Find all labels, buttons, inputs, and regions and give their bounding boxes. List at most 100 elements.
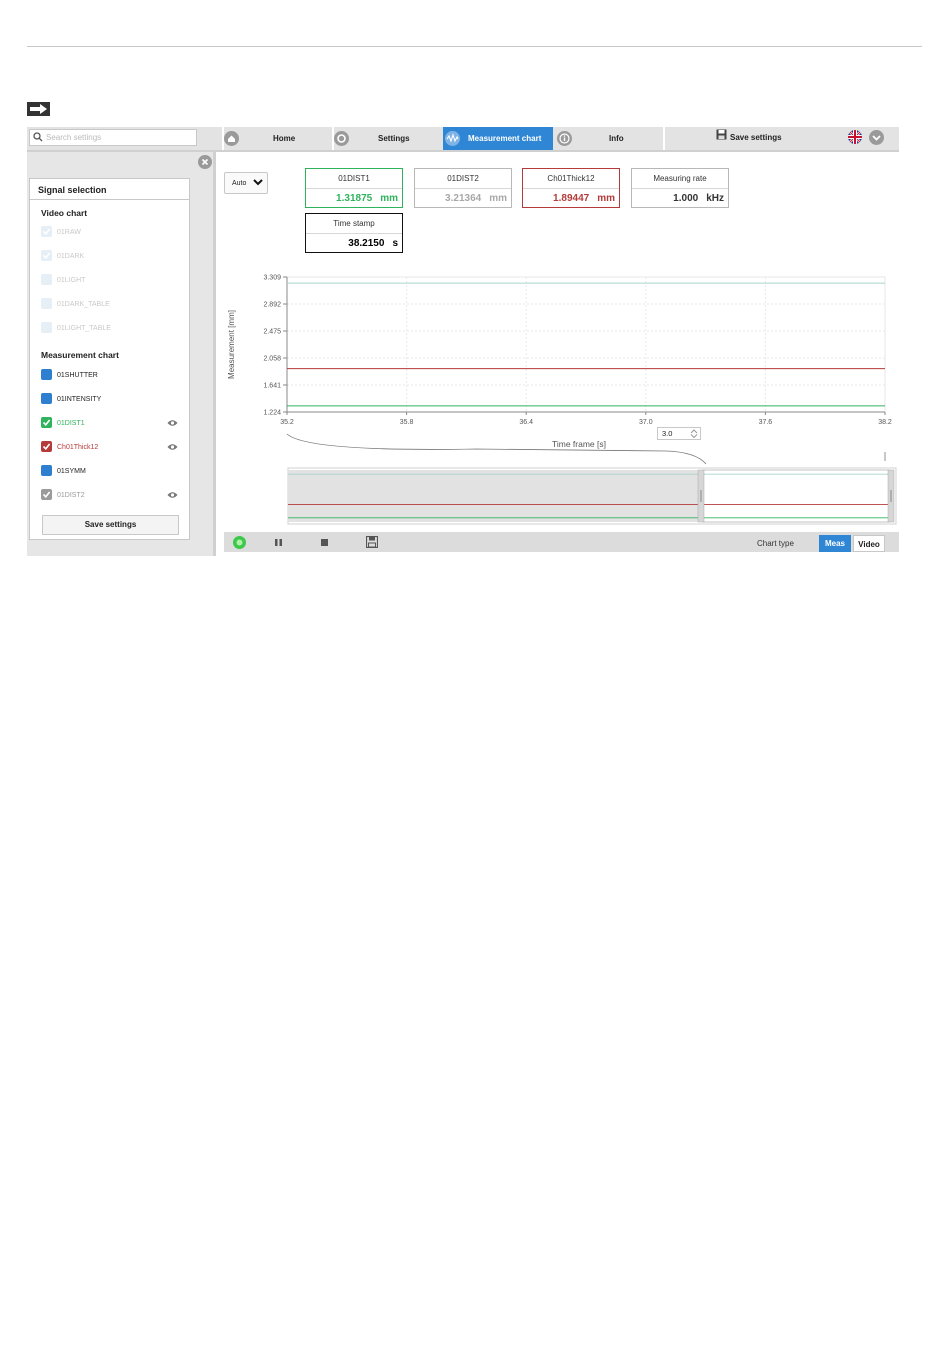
home-icon — [224, 131, 239, 146]
search-input[interactable]: Search settings — [29, 129, 197, 146]
readout-unit: mm — [597, 193, 615, 204]
readout-number: 1.31875 — [336, 193, 373, 204]
readout-name: Measuring rate — [632, 169, 728, 189]
tab-settings-label: Settings — [378, 134, 410, 143]
gear-icon — [334, 131, 349, 146]
readout-box: 01DIST2 3.21364 mm — [414, 168, 512, 208]
readout-box: Time stamp 38.2150 s — [305, 213, 403, 253]
panel-header: Signal selection — [30, 179, 189, 200]
overview-mask — [288, 470, 698, 522]
save-icon[interactable] — [366, 536, 378, 548]
video-signal-item[interactable]: 01DARK_TABLE — [41, 298, 181, 312]
save-settings-button[interactable]: Save settings — [42, 515, 179, 535]
x-tick-label: 37.6 — [759, 419, 773, 426]
measurement-signal-item[interactable]: Ch01Thick12 — [41, 441, 181, 455]
readout-unit: mm — [380, 193, 398, 204]
video-signal-item[interactable]: 01LIGHT_TABLE — [41, 322, 181, 336]
readout-unit: kHz — [706, 193, 724, 204]
readout-name: 01DIST2 — [415, 169, 511, 189]
signal-checkbox[interactable] — [41, 465, 52, 476]
time-frame-value: 3.0 — [662, 429, 673, 438]
chart-type-video-button[interactable]: Video — [853, 535, 885, 552]
chart-type-meas-button[interactable]: Meas — [819, 535, 851, 552]
measurement-chart-group-title: Measurement chart — [41, 350, 119, 360]
search-icon — [33, 132, 43, 142]
eye-icon[interactable] — [167, 419, 178, 429]
close-icon[interactable] — [198, 155, 212, 169]
signal-label: 01LIGHT — [57, 277, 86, 284]
video-signal-item[interactable]: 01DARK — [41, 250, 181, 264]
measurement-signal-item[interactable]: 01INTENSITY — [41, 393, 181, 407]
y-axis-label: Measurement [mm] — [227, 310, 236, 379]
search-placeholder: Search settings — [46, 133, 102, 142]
readout-number: 1.89447 — [553, 193, 590, 204]
eye-icon[interactable] — [167, 491, 178, 501]
signal-checkbox[interactable] — [41, 298, 52, 309]
plot-area — [286, 276, 886, 413]
play-icon[interactable] — [233, 536, 246, 549]
time-frame-input[interactable]: 3.0 — [657, 427, 701, 440]
video-signal-item[interactable]: 01RAW — [41, 226, 181, 240]
signal-checkbox[interactable] — [41, 226, 52, 237]
signal-checkbox[interactable] — [41, 489, 52, 500]
panel-title: Signal selection — [38, 185, 107, 195]
signal-selection-panel: Signal selection Video chart 01RAW 01DARK… — [29, 178, 190, 540]
measurement-signal-item[interactable]: 01SHUTTER — [41, 369, 181, 383]
tab-measurement-chart[interactable]: Measurement chart — [443, 127, 553, 150]
overview-selection[interactable] — [702, 469, 890, 523]
signal-label: 01LIGHT_TABLE — [57, 325, 111, 332]
signal-checkbox[interactable] — [41, 274, 52, 285]
measurement-signal-item[interactable]: 01DIST2 — [41, 489, 181, 503]
signal-checkbox[interactable] — [41, 250, 52, 261]
info-icon — [557, 131, 572, 146]
video-signal-item[interactable]: 01LIGHT — [41, 274, 181, 288]
stop-icon[interactable] — [321, 539, 328, 546]
x-axis-label: Time frame [s] — [552, 439, 606, 449]
arrow-icon — [27, 102, 50, 116]
language-flag-icon[interactable] — [848, 130, 862, 144]
waveform-icon — [445, 131, 460, 146]
chevron-down-icon — [253, 179, 263, 186]
measurement-signal-item[interactable]: 01DIST1 — [41, 417, 181, 431]
signal-checkbox[interactable] — [41, 417, 52, 428]
tab-measurement-chart-label: Measurement chart — [468, 134, 542, 143]
y-tick-label: 1.641 — [263, 383, 281, 390]
signal-checkbox[interactable] — [41, 322, 52, 333]
signal-checkbox[interactable] — [41, 393, 52, 404]
signal-label: 01DARK — [57, 253, 85, 260]
sidebar: Signal selection Video chart 01RAW 01DARK… — [27, 152, 213, 556]
save-settings-nav-label: Save settings — [730, 133, 782, 142]
tab-settings[interactable]: Settings — [334, 127, 442, 150]
signal-label: 01DIST2 — [57, 492, 85, 499]
eye-icon[interactable] — [167, 443, 178, 453]
y-tick-label: 2.058 — [263, 356, 281, 363]
measurement-chart[interactable]: 35.2 35.8 36.4 37.0 37.6 38.2 3.309 2.892 2.475 2… — [216, 262, 900, 528]
scale-mode-select[interactable]: Auto — [224, 172, 268, 194]
spinner-icon[interactable] — [690, 429, 698, 438]
signal-label: 01RAW — [57, 229, 81, 236]
tab-home[interactable]: Home — [224, 127, 332, 150]
readout-value: 38.2150 s — [348, 238, 398, 249]
readout-value: 1.31875 mm — [336, 193, 398, 204]
pause-icon[interactable] — [275, 539, 282, 546]
chart-control-bar: Chart type Meas Video — [224, 532, 899, 552]
y-tick-label: 2.892 — [263, 302, 281, 309]
signal-label: 01DIST1 — [57, 420, 85, 427]
signal-label: Ch01Thick12 — [57, 444, 99, 451]
nav-separator — [663, 127, 665, 150]
signal-checkbox[interactable] — [41, 441, 52, 452]
readout-number: 3.21364 — [445, 193, 482, 204]
signal-checkbox[interactable] — [41, 369, 52, 380]
tab-info[interactable]: Info — [555, 127, 663, 150]
x-tick-label: 35.8 — [400, 419, 414, 426]
save-settings-nav-button[interactable]: Save settings — [713, 127, 793, 150]
readout-unit: s — [392, 238, 398, 249]
signal-label: 01SYMM — [57, 468, 86, 475]
measurement-signal-item[interactable]: 01SYMM — [41, 465, 181, 479]
chart-type-label: Chart type — [757, 539, 794, 548]
y-tick-label: 3.309 — [263, 275, 281, 282]
chevron-down-icon[interactable] — [869, 130, 884, 145]
zoom-bracket — [286, 433, 707, 465]
tab-info-label: Info — [609, 134, 624, 143]
readout-box: Measuring rate 1.000 kHz — [631, 168, 729, 208]
